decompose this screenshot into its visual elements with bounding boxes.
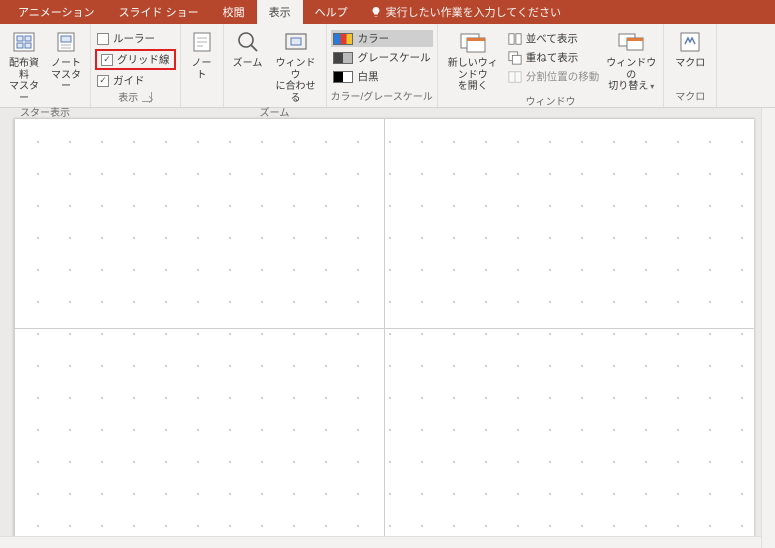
color-swatch-icon	[333, 33, 353, 45]
group-color-grayscale-label: カラー/グレースケール	[331, 88, 433, 105]
group-show: ルーラー ✓ グリッド線 ✓ ガイド 表示	[91, 24, 181, 107]
chevron-down-icon: ▾	[650, 82, 654, 91]
fit-window-button[interactable]: ウィンドウ に合わせる	[270, 26, 322, 104]
group-notes: ノー ト	[181, 24, 224, 107]
vertical-scrollbar[interactable]	[761, 108, 775, 548]
color-button[interactable]: カラー	[331, 30, 433, 47]
handout-master-icon	[12, 30, 36, 54]
lightbulb-icon	[370, 6, 382, 18]
group-macro: マクロ マクロ	[664, 24, 717, 107]
ruler-label: ルーラー	[113, 31, 155, 46]
macros-icon	[678, 30, 702, 54]
gridlines-checkbox[interactable]: ✓ グリッド線	[99, 51, 172, 68]
guides-label: ガイド	[113, 73, 145, 88]
notes-button[interactable]: ノー ト	[185, 26, 219, 81]
group-master-views: 配布資料 マスター ノート マスター スター表示	[0, 24, 91, 107]
move-split-label: 分割位置の移動	[526, 69, 600, 84]
zoom-label: ズーム	[233, 58, 263, 70]
slide[interactable]	[14, 118, 754, 538]
handout-master-button[interactable]: 配布資料 マスター	[4, 26, 44, 104]
macros-button[interactable]: マクロ	[668, 26, 712, 70]
notes-master-icon	[54, 30, 78, 54]
bw-label: 白黒	[358, 69, 379, 84]
tab-animation[interactable]: アニメーション	[6, 0, 107, 24]
group-show-label: 表示	[118, 89, 152, 106]
move-split-button[interactable]: 分割位置の移動	[506, 68, 602, 85]
arrange-all-icon	[508, 32, 522, 46]
notes-label: ノー ト	[192, 58, 212, 81]
checkbox-icon	[97, 33, 109, 45]
tab-view[interactable]: 表示	[257, 0, 303, 24]
show-dialog-launcher[interactable]	[142, 92, 152, 102]
group-notes-spacer	[200, 92, 203, 105]
ribbon: 配布資料 マスター ノート マスター スター表示 ルーラー ✓ グリッド線	[0, 24, 775, 108]
notes-master-button[interactable]: ノート マスター	[46, 26, 86, 93]
ruler-checkbox[interactable]: ルーラー	[95, 30, 176, 47]
color-label: カラー	[358, 31, 390, 46]
macros-label: マクロ	[675, 58, 705, 70]
guides-checkbox[interactable]: ✓ ガイド	[95, 72, 176, 89]
tell-me-label: 実行したい作業を入力してください	[386, 4, 561, 20]
group-color-grayscale: カラー グレースケール 白黒 カラー/グレースケール	[327, 24, 438, 107]
checkbox-icon: ✓	[97, 75, 109, 87]
switch-windows-icon	[618, 31, 644, 53]
grayscale-swatch-icon	[333, 52, 353, 64]
arrange-all-button[interactable]: 並べて表示	[506, 30, 602, 47]
tab-review[interactable]: 校閲	[211, 0, 257, 24]
gridlines-label: グリッド線	[117, 52, 170, 67]
checkbox-icon: ✓	[101, 54, 113, 66]
slide-canvas-area	[0, 108, 775, 548]
cascade-label: 重ねて表示	[526, 50, 579, 65]
gridlines-highlight: ✓ グリッド線	[95, 49, 176, 70]
switch-windows-label: ウィンドウの 切り替え	[606, 58, 656, 92]
horizontal-scrollbar[interactable]	[0, 536, 761, 548]
zoom-button[interactable]: ズーム	[228, 26, 268, 70]
new-window-label: 新しいウィンドウ を開く	[444, 58, 502, 93]
black-white-button[interactable]: 白黒	[331, 68, 433, 85]
group-macro-label: マクロ	[675, 88, 705, 105]
ribbon-tabs: アニメーション スライド ショー 校閲 表示 ヘルプ 実行したい作業を入力してく…	[0, 0, 775, 24]
zoom-icon	[235, 29, 261, 55]
cascade-icon	[508, 51, 522, 65]
handout-master-label: 配布資料 マスター	[6, 58, 42, 104]
notes-master-label: ノート マスター	[48, 58, 84, 93]
new-window-button[interactable]: 新しいウィンドウ を開く	[442, 26, 504, 93]
fit-window-label: ウィンドウ に合わせる	[272, 58, 320, 104]
new-window-icon	[459, 30, 487, 54]
arrange-all-label: 並べて表示	[526, 31, 578, 46]
cascade-button[interactable]: 重ねて表示	[506, 49, 602, 66]
notes-icon	[191, 31, 213, 53]
tell-me-search[interactable]: 実行したい作業を入力してください	[360, 4, 571, 20]
bw-swatch-icon	[333, 71, 353, 83]
group-zoom: ズーム ウィンドウ に合わせる ズーム	[224, 24, 327, 107]
move-split-icon	[508, 70, 522, 84]
switch-windows-button[interactable]: ウィンドウの 切り替え▾	[603, 26, 659, 93]
tab-help[interactable]: ヘルプ	[303, 0, 360, 24]
group-window-label: ウィンドウ	[526, 93, 576, 110]
group-window: 新しいウィンドウ を開く 並べて表示 重ねて表示 分割位置の移動 ウィンドウ	[438, 24, 665, 107]
tab-slideshow[interactable]: スライド ショー	[107, 0, 211, 24]
fit-window-icon	[283, 29, 309, 55]
grayscale-label: グレースケール	[358, 50, 431, 65]
grayscale-button[interactable]: グレースケール	[331, 49, 433, 66]
